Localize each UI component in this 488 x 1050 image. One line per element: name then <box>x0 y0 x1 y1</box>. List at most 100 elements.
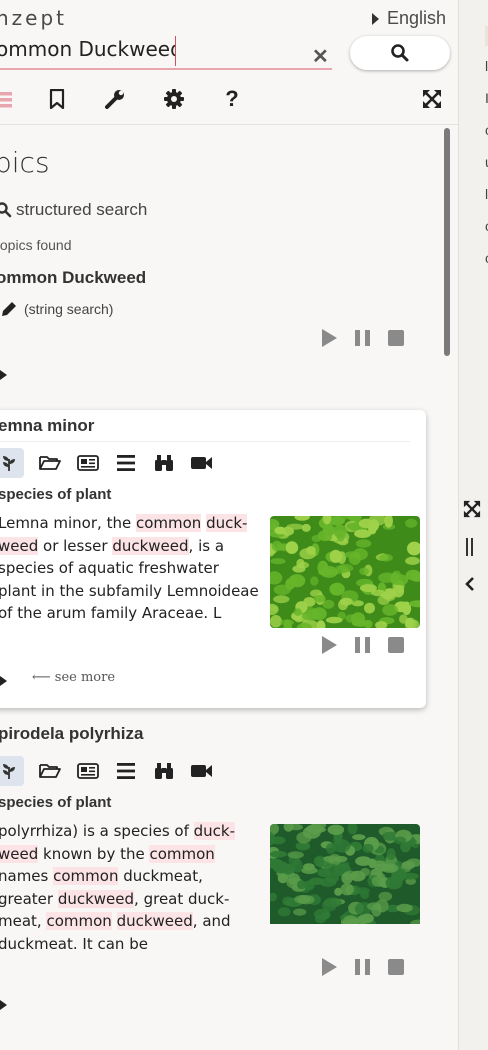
leaf-frond <box>333 839 351 853</box>
see-more-link[interactable]: ⟵ see more <box>32 670 115 685</box>
leaf-frond <box>313 856 323 867</box>
clear-search-icon[interactable]: ✕ <box>312 44 329 69</box>
topic-image[interactable] <box>270 516 420 628</box>
play-icon[interactable] <box>322 329 337 347</box>
plant-icon[interactable] <box>0 448 24 478</box>
language-selector[interactable]: English <box>372 8 446 29</box>
card-title[interactable]: emna minor <box>0 416 410 442</box>
leaf-frond <box>377 595 390 606</box>
right-pane: l I c u l c c <box>459 0 488 1050</box>
leaf-frond <box>340 883 354 896</box>
bookmark-icon[interactable] <box>44 86 70 112</box>
video-camera-icon[interactable] <box>190 451 214 475</box>
pause-icon[interactable] <box>355 637 370 653</box>
topic-card: emna minor species of plant Lemna minor,… <box>0 410 426 708</box>
leaf-frond <box>301 523 311 532</box>
stop-icon[interactable] <box>388 959 404 975</box>
leaf-frond <box>303 880 315 891</box>
leaf-frond <box>270 615 282 628</box>
results-count: topics found <box>0 237 72 253</box>
collapse-pane-button[interactable] <box>465 576 475 597</box>
keyword-highlight: duck- <box>206 514 248 532</box>
leaf-frond <box>386 848 396 860</box>
see-more-label: see more <box>54 670 116 685</box>
folder-open-icon[interactable] <box>38 759 62 783</box>
card-description: species of plant <box>0 486 112 503</box>
text-run: of the arum family Araceae. L <box>0 604 222 622</box>
expand-icon-graphic <box>423 90 441 108</box>
bookmark-icon-graphic <box>49 89 65 109</box>
binoculars-icon[interactable] <box>152 451 176 475</box>
leaf-frond <box>272 861 290 874</box>
leaf-frond <box>354 529 372 538</box>
folder-open-icon[interactable] <box>38 451 62 475</box>
leaf-icon <box>3 456 15 471</box>
leaf-icon <box>3 764 15 779</box>
leaf-frond <box>371 903 382 917</box>
leaf-frond <box>338 563 354 573</box>
expand-icon <box>463 500 481 518</box>
string-search-link[interactable]: (string search) <box>0 300 113 318</box>
keyword-highlight: weed <box>0 536 39 555</box>
help-icon[interactable]: ? <box>219 86 245 112</box>
leaf-frond <box>401 872 419 880</box>
structured-search-link[interactable]: structured search <box>0 200 147 220</box>
leaf-frond <box>321 911 330 920</box>
newspaper-icon[interactable] <box>76 451 100 475</box>
leaf-frond <box>351 612 366 626</box>
leaf-frond <box>273 595 290 604</box>
scrollbar-thumb[interactable] <box>444 128 450 356</box>
card-title[interactable]: pirodela polyrhiza <box>0 724 410 750</box>
pane-resize-handle[interactable] <box>465 538 475 561</box>
expand-icon[interactable] <box>419 86 445 112</box>
search-field[interactable] <box>0 34 332 70</box>
search-button[interactable] <box>350 36 450 70</box>
leaf-frond <box>327 824 345 835</box>
stop-icon[interactable] <box>388 330 404 346</box>
leaf-frond <box>273 584 291 595</box>
caret-right-icon[interactable] <box>0 370 7 380</box>
newspaper-icon[interactable] <box>76 759 100 783</box>
leaf-frond <box>360 913 374 924</box>
caret-right-icon[interactable] <box>0 676 7 686</box>
leaf-frond <box>317 868 331 878</box>
leaf-frond <box>306 824 324 834</box>
binoculars-icon-graphic <box>155 455 173 471</box>
play-icon[interactable] <box>322 958 337 976</box>
keyword-highlight: common <box>46 912 112 930</box>
plant-icon[interactable] <box>0 756 24 786</box>
leaf-frond <box>329 549 342 563</box>
leaf-frond <box>277 907 291 917</box>
keyword-highlight: duckweed <box>112 536 189 555</box>
pause-icon[interactable] <box>355 330 370 346</box>
language-label: English <box>387 8 447 28</box>
wrench-icon-graphic <box>105 90 124 109</box>
leaf-frond <box>293 908 307 916</box>
text-run <box>112 912 117 930</box>
leaf-frond <box>401 861 416 870</box>
gear-icon[interactable] <box>161 86 187 112</box>
pause-icon[interactable] <box>355 959 370 975</box>
caret-right-icon[interactable] <box>0 1000 7 1010</box>
list-icon[interactable] <box>114 451 138 475</box>
binoculars-icon-graphic <box>155 763 173 779</box>
stop-icon[interactable] <box>388 637 404 653</box>
gear-icon-graphic <box>164 89 184 109</box>
leaf-frond <box>385 876 403 890</box>
menu-icon[interactable] <box>0 86 20 112</box>
topic-image[interactable] <box>270 824 420 936</box>
pane-expand-icon[interactable] <box>463 500 481 523</box>
folder-open-icon-graphic <box>39 764 61 778</box>
text-run: species of aquatic freshwater <box>0 559 219 577</box>
binoculars-icon[interactable] <box>152 759 176 783</box>
leaf-frond <box>323 855 339 863</box>
video-camera-icon[interactable] <box>190 759 214 783</box>
keyword-highlight: duckweed <box>57 889 135 908</box>
list-icon[interactable] <box>114 759 138 783</box>
wrench-icon[interactable] <box>102 86 128 112</box>
search-input[interactable] <box>0 34 176 64</box>
leaf-frond <box>320 567 330 575</box>
leaf-frond <box>358 518 374 529</box>
play-icon[interactable] <box>322 636 337 654</box>
leaf-frond <box>299 548 316 560</box>
